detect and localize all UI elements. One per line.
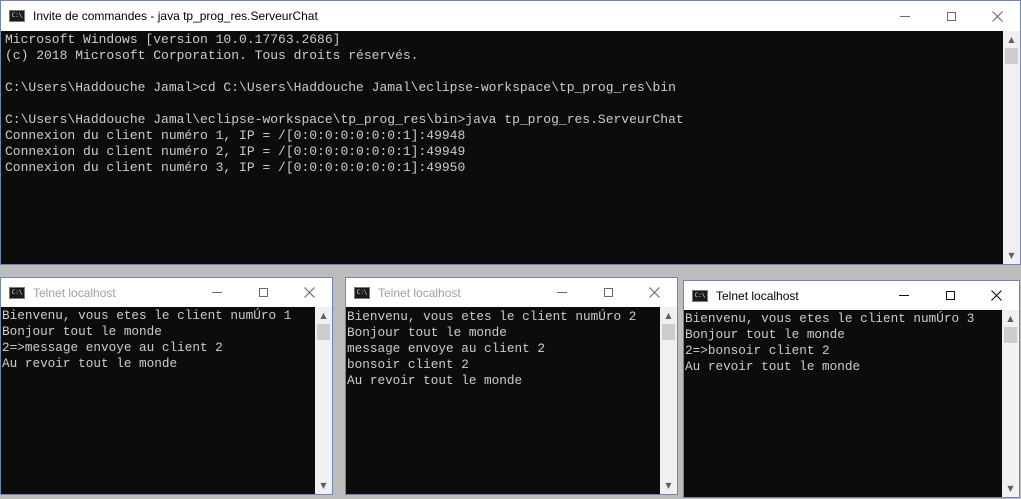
telnet-window-client-3[interactable]: C:\ Telnet localhost Bienvenu, vous etes…: [683, 280, 1020, 498]
scrollbar-thumb[interactable]: [1005, 48, 1018, 64]
vertical-scrollbar[interactable]: ▲ ▼: [1003, 31, 1020, 264]
console-area[interactable]: Bienvenu, vous etes le client numÚro 1 Bo…: [1, 307, 332, 494]
title-bar[interactable]: C:\ Invite de commandes - java tp_prog_r…: [1, 1, 1020, 31]
console-line: Au revoir tout le monde: [685, 359, 861, 374]
console-area[interactable]: Bienvenu, vous etes le client numÚro 2 Bo…: [346, 307, 677, 494]
minimize-button[interactable]: [194, 278, 240, 307]
vertical-scrollbar[interactable]: ▲ ▼: [660, 307, 677, 494]
close-icon: [303, 287, 315, 298]
minimize-icon: [900, 15, 910, 17]
console-line: Connexion du client numéro 2, IP = /[0:0…: [5, 144, 466, 159]
scroll-up-arrow-icon[interactable]: ▲: [1002, 310, 1019, 327]
maximize-icon: [258, 288, 268, 297]
maximize-button[interactable]: [927, 281, 973, 310]
scroll-up-arrow-icon[interactable]: ▲: [1003, 31, 1020, 48]
scroll-down-arrow-icon[interactable]: ▼: [315, 477, 332, 494]
close-icon: [991, 10, 1003, 22]
console-line: Bonjour tout le monde: [347, 325, 507, 340]
console-line: Au revoir tout le monde: [347, 373, 523, 388]
console-output: Bienvenu, vous etes le client numÚro 3 Bo…: [685, 310, 1002, 497]
console-output: Bienvenu, vous etes le client numÚro 2 Bo…: [347, 307, 660, 494]
maximize-button[interactable]: [585, 278, 631, 307]
minimize-icon: [557, 292, 567, 293]
title-bar[interactable]: C:\ Telnet localhost: [1, 278, 332, 307]
scrollbar-thumb[interactable]: [662, 324, 675, 340]
maximize-button[interactable]: [928, 1, 974, 31]
window-title: Telnet localhost: [716, 288, 799, 303]
window-title: Invite de commandes - java tp_prog_res.S…: [33, 9, 318, 23]
console-line: 2=>bonsoir client 2: [685, 343, 830, 358]
close-button[interactable]: [631, 278, 677, 307]
scroll-down-arrow-icon[interactable]: ▼: [660, 477, 677, 494]
close-button[interactable]: [974, 1, 1020, 31]
console-line: Connexion du client numéro 3, IP = /[0:0…: [5, 160, 466, 175]
console-line: C:\Users\Haddouche Jamal\eclipse-workspa…: [5, 112, 684, 127]
console-line: Connexion du client numéro 1, IP = /[0:0…: [5, 128, 466, 143]
console-line: bonsoir client 2: [347, 357, 469, 372]
scrollbar-thumb[interactable]: [1004, 327, 1017, 343]
close-button[interactable]: [973, 281, 1019, 310]
maximize-icon: [946, 11, 956, 21]
telnet-window-client-2[interactable]: C:\ Telnet localhost Bienvenu, vous etes…: [345, 277, 678, 495]
console-area[interactable]: Microsoft Windows [version 10.0.17763.26…: [1, 31, 1020, 264]
console-line: Bienvenu, vous etes le client numÚro 1: [2, 308, 292, 323]
minimize-button[interactable]: [881, 281, 927, 310]
scroll-down-arrow-icon[interactable]: ▼: [1002, 480, 1019, 497]
console-output: Bienvenu, vous etes le client numÚro 1 Bo…: [2, 307, 315, 494]
close-button[interactable]: [286, 278, 332, 307]
minimize-button[interactable]: [539, 278, 585, 307]
console-line: (c) 2018 Microsoft Corporation. Tous dro…: [5, 48, 419, 63]
console-area[interactable]: Bienvenu, vous etes le client numÚro 3 Bo…: [684, 310, 1019, 497]
scrollbar-thumb[interactable]: [317, 324, 330, 340]
maximize-button[interactable]: [240, 278, 286, 307]
window-title: Telnet localhost: [378, 285, 461, 300]
close-icon: [990, 290, 1002, 301]
console-line: 2=>message envoye au client 2: [2, 340, 223, 355]
close-icon: [648, 287, 660, 298]
scroll-up-arrow-icon[interactable]: ▲: [660, 307, 677, 324]
console-line: Bonjour tout le monde: [2, 324, 162, 339]
cmd-console-icon: C:\: [692, 289, 708, 302]
console-line: Bienvenu, vous etes le client numÚro 2: [347, 309, 637, 324]
console-line: Bienvenu, vous etes le client numÚro 3: [685, 311, 975, 326]
title-bar[interactable]: C:\ Telnet localhost: [684, 281, 1019, 310]
minimize-icon: [212, 292, 222, 293]
console-line: C:\Users\Haddouche Jamal>cd C:\Users\Had…: [5, 80, 676, 95]
cmd-console-icon: C:\: [9, 10, 25, 22]
title-bar[interactable]: C:\ Telnet localhost: [346, 278, 677, 307]
console-output: Microsoft Windows [version 10.0.17763.26…: [5, 31, 1003, 264]
vertical-scrollbar[interactable]: ▲ ▼: [315, 307, 332, 494]
scroll-up-arrow-icon[interactable]: ▲: [315, 307, 332, 324]
cmd-window-server[interactable]: C:\ Invite de commandes - java tp_prog_r…: [0, 0, 1021, 265]
console-line: Microsoft Windows [version 10.0.17763.26…: [5, 32, 341, 47]
scroll-down-arrow-icon[interactable]: ▼: [1003, 247, 1020, 264]
console-line: Au revoir tout le monde: [2, 356, 178, 371]
cmd-console-icon: C:\: [9, 286, 25, 299]
console-line: Bonjour tout le monde: [685, 327, 845, 342]
minimize-icon: [899, 295, 909, 296]
maximize-icon: [945, 291, 955, 300]
maximize-icon: [603, 288, 613, 297]
vertical-scrollbar[interactable]: ▲ ▼: [1002, 310, 1019, 497]
console-line: message envoye au client 2: [347, 341, 545, 356]
window-title: Telnet localhost: [33, 285, 116, 300]
minimize-button[interactable]: [882, 1, 928, 31]
telnet-window-client-1[interactable]: C:\ Telnet localhost Bienvenu, vous etes…: [0, 277, 333, 495]
cmd-console-icon: C:\: [354, 286, 370, 299]
